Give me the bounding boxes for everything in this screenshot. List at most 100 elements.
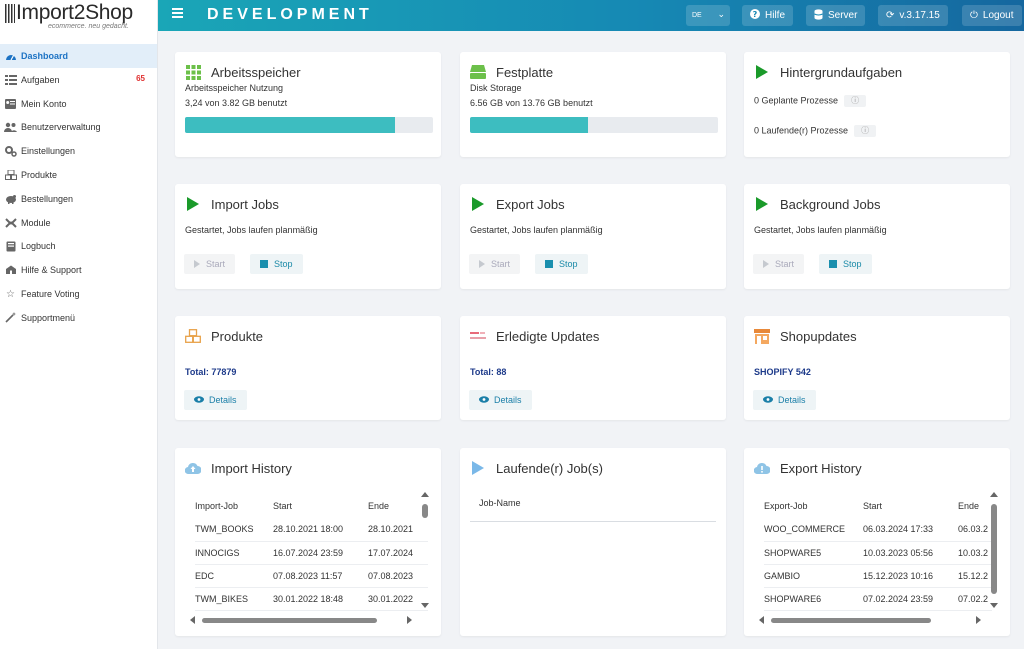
settings-icon [4, 145, 17, 157]
scroll-right-icon[interactable] [407, 616, 412, 624]
column-header[interactable]: Import-Job [195, 500, 273, 518]
button-label: Stop [843, 259, 862, 269]
sidebar-item-hilfe-support[interactable]: Hilfe & Support [0, 258, 157, 282]
column-header[interactable]: Job-Name [470, 498, 716, 522]
products-icon [4, 170, 17, 181]
table-row[interactable]: EDC 07.08.2023 11:57 07.08.2023 [195, 564, 428, 588]
scroll-down-icon[interactable] [990, 603, 998, 608]
vertical-scrollbar[interactable] [421, 492, 429, 608]
environment-title: DEVELOPMENT [207, 6, 373, 23]
table-cell: 15.12.2 [958, 564, 992, 588]
table-row[interactable]: TWM_BIKES 30.01.2022 18:48 30.01.2022 [195, 587, 428, 611]
table-cell: 17.07.2024 [368, 541, 428, 565]
language-select[interactable]: DE ⌄ [686, 5, 730, 26]
export-start-button[interactable]: Start [469, 254, 521, 274]
sidebar-item-benutzerverwaltung[interactable]: Benutzerverwaltung [0, 116, 157, 140]
button-label: Start [491, 259, 511, 269]
memory-subtitle: Arbeitsspeicher Nutzung [185, 83, 284, 93]
column-header[interactable]: Ende [368, 500, 428, 518]
sidebar-item-supportmenu[interactable]: Supportmenü [0, 306, 157, 330]
card-title: Shopupdates [780, 328, 857, 344]
sidebar-item-produkte[interactable]: Produkte [0, 163, 157, 187]
updates-details-button[interactable]: Details [469, 390, 532, 410]
sidebar-item-feature-voting[interactable]: ☆ Feature Voting [0, 282, 157, 306]
scroll-up-icon[interactable] [421, 492, 429, 497]
sidebar-item-label: Benutzerverwaltung [21, 122, 101, 133]
button-label: Stop [274, 259, 293, 269]
background-stop-button[interactable]: Stop [819, 254, 872, 274]
sidebar-nav: Dashboard Aufgaben 65 Mein Konto Benutze… [0, 44, 157, 330]
play-icon [754, 196, 770, 212]
logbook-icon [4, 241, 17, 252]
column-header[interactable]: Ende [958, 500, 992, 518]
memory-progress-fill [185, 117, 396, 133]
table-row[interactable]: TWM_BOOKS 28.10.2021 18:00 28.10.2021 [195, 518, 428, 542]
sidebar-item-module[interactable]: Module [0, 211, 157, 235]
products-card: Produkte Total: 77879 Details [175, 316, 441, 420]
stop-icon [829, 260, 837, 268]
scroll-thumb[interactable] [422, 504, 428, 518]
import-start-button[interactable]: Start [184, 254, 236, 274]
logout-button[interactable]: ⏻ Logout [962, 5, 1022, 26]
memory-usage-text: 3,24 von 3.82 GB benutzt [185, 98, 288, 108]
scroll-right-icon[interactable] [976, 616, 981, 624]
scroll-up-icon[interactable] [990, 492, 998, 497]
account-icon [4, 98, 17, 109]
sidebar-item-bestellungen[interactable]: Bestellungen [0, 187, 157, 211]
column-header[interactable]: Export-Job [764, 500, 863, 518]
table-cell: 30.01.2022 [368, 587, 428, 611]
export-stop-button[interactable]: Stop [535, 254, 588, 274]
table-row[interactable]: INNOCIGS 16.07.2024 23:59 17.07.2024 [195, 541, 428, 565]
tasks-count-badge: 65 [136, 74, 145, 83]
sidebar-item-mein-konto[interactable]: Mein Konto [0, 92, 157, 116]
scroll-thumb[interactable] [771, 618, 931, 623]
version-button[interactable]: ⟳ v.3.17.15 [878, 5, 948, 26]
table-cell: SHOPWARE6 [764, 587, 863, 611]
products-details-button[interactable]: Details [184, 390, 247, 410]
chevron-down-icon: ⌄ [717, 9, 725, 19]
dashboard-icon [4, 51, 17, 62]
table-cell: 07.08.2023 11:57 [273, 564, 368, 588]
horizontal-scrollbar[interactable] [759, 616, 981, 624]
table-row[interactable]: GAMBIO 15.12.2023 10:16 15.12.2 [764, 564, 992, 588]
running-processes: 0 Laufende(r) Prozesse ⓘ [754, 125, 877, 137]
import-stop-button[interactable]: Stop [250, 254, 303, 274]
info-icon[interactable]: ⓘ [844, 95, 867, 107]
vertical-scrollbar[interactable] [990, 492, 998, 608]
button-label: Start [775, 259, 795, 269]
horizontal-scrollbar[interactable] [190, 616, 412, 624]
column-header[interactable]: Start [863, 500, 958, 518]
sidebar-item-aufgaben[interactable]: Aufgaben 65 [0, 68, 157, 92]
running-processes-text: 0 Laufende(r) Prozesse [754, 125, 849, 136]
logo-title: Import2Shop [16, 1, 133, 24]
scroll-thumb[interactable] [202, 618, 377, 623]
table-cell: WOO_COMMERCE [764, 518, 863, 542]
card-title: Festplatte [496, 64, 554, 80]
sidebar-item-logbuch[interactable]: Logbuch [0, 235, 157, 259]
power-icon: ⏻ [970, 10, 978, 21]
help-button[interactable]: ? Hilfe [742, 5, 794, 26]
sidebar-item-label: Mein Konto [21, 98, 67, 109]
scroll-left-icon[interactable] [759, 616, 764, 624]
info-icon[interactable]: ⓘ [854, 125, 877, 137]
play-icon [479, 260, 485, 268]
column-header[interactable]: Start [273, 500, 368, 518]
disk-card: Festplatte Disk Storage 6.56 GB von 13.7… [460, 52, 726, 157]
sidebar-item-einstellungen[interactable]: Einstellungen [0, 139, 157, 163]
scroll-down-icon[interactable] [421, 603, 429, 608]
logo-barcode-icon [5, 4, 15, 23]
server-button[interactable]: Server [806, 5, 866, 26]
sidebar-item-label: Supportmenü [21, 312, 76, 323]
hamburger-menu-icon[interactable] [172, 8, 183, 18]
scroll-left-icon[interactable] [190, 616, 195, 624]
table-row[interactable]: WOO_COMMERCE 06.03.2024 17:33 06.03.2 [764, 518, 992, 542]
shopupdates-details-button[interactable]: Details [753, 390, 816, 410]
logo[interactable]: Import2Shop ecommerce. neu gedacht. [0, 0, 157, 44]
memory-card: Arbeitsspeicher Arbeitsspeicher Nutzung … [175, 52, 441, 157]
scroll-thumb[interactable] [991, 504, 997, 594]
background-start-button[interactable]: Start [753, 254, 805, 274]
sidebar-item-dashboard[interactable]: Dashboard [0, 44, 157, 68]
table-row[interactable]: SHOPWARE6 07.02.2024 23:59 07.02.2 [764, 587, 992, 611]
table-row[interactable]: SHOPWARE5 10.03.2023 05:56 10.03.2 [764, 541, 992, 565]
planned-processes-text: 0 Geplante Prozesse [754, 95, 839, 106]
